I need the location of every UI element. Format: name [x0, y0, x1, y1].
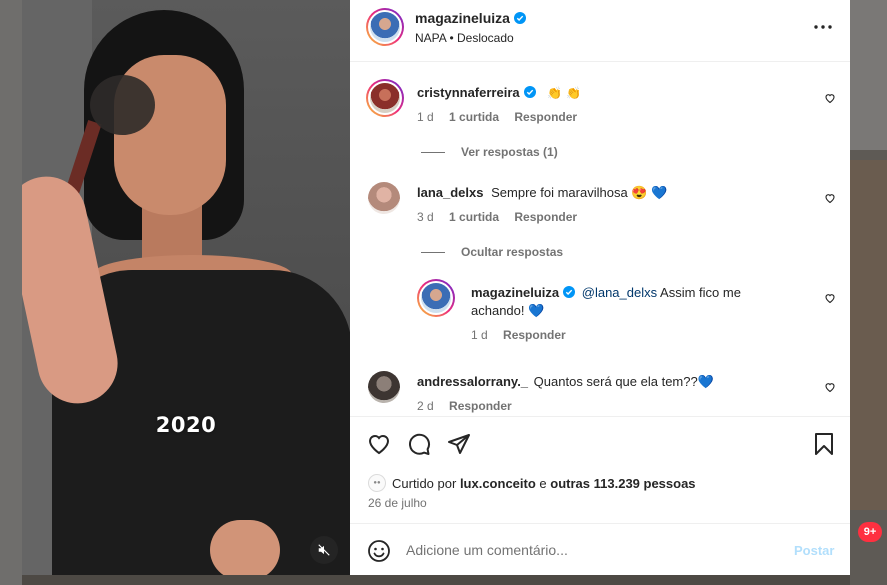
liker-avatar[interactable]: ●● — [368, 474, 386, 492]
comment-body: cristynnaferreira 👏 👏 — [417, 84, 581, 102]
verified-badge-icon — [513, 12, 526, 24]
comment-avatar[interactable] — [368, 182, 400, 214]
comment-body: lana_delxs Sempre foi maravilhosa 😍 💙 — [417, 184, 667, 202]
comment-meta: 2 d Responder — [417, 399, 512, 413]
post-comment-button[interactable]: Postar — [794, 543, 834, 558]
comment-meta: 1 d 1 curtida Responder — [417, 110, 577, 124]
reply-mention-link[interactable]: @lana_delxs — [582, 285, 657, 300]
liker-username[interactable]: lux.conceito — [460, 476, 536, 491]
verified-badge-icon — [523, 86, 536, 98]
reply-body: magazineluiza @lana_delxs Assim fico me … — [471, 284, 771, 320]
author-avatar[interactable] — [366, 8, 404, 46]
post-date[interactable]: 26 de julho — [368, 496, 427, 510]
emoji-smiley-icon[interactable] — [367, 539, 391, 563]
post-location[interactable]: NAPA • Deslocado — [415, 31, 514, 45]
likes-connector: e — [539, 475, 547, 491]
likes-others-link[interactable]: outras 113.239 pessoas — [550, 476, 695, 491]
view-replies-toggle[interactable]: Ver respostas (1) — [421, 145, 558, 159]
comment-likes-count[interactable]: 1 curtida — [449, 210, 499, 224]
backdrop-left — [0, 0, 22, 585]
comment-likes-count[interactable]: 1 curtida — [449, 110, 499, 124]
comment-like-heart-icon[interactable] — [824, 92, 836, 104]
author-name-row: magazineluiza — [415, 10, 526, 26]
post-detail-panel: magazineluiza NAPA • Deslocado cristynna… — [350, 0, 850, 575]
reply-button[interactable]: Responder — [449, 399, 512, 413]
makeup-brush — [90, 75, 155, 135]
post-video[interactable]: 2020 — [22, 0, 350, 575]
comment-text: Sempre foi maravilhosa 😍 💙 — [491, 185, 668, 200]
more-options-button[interactable] — [812, 17, 834, 37]
reply-meta: 1 d Responder — [471, 328, 566, 342]
reply-age[interactable]: 1 d — [471, 328, 488, 342]
hide-replies-toggle[interactable]: Ocultar respostas — [421, 245, 563, 259]
reply-username[interactable]: magazineluiza — [471, 285, 559, 300]
comment-age[interactable]: 2 d — [417, 399, 434, 413]
reply-button[interactable]: Responder — [514, 210, 577, 224]
divider-line — [421, 252, 445, 254]
comment-bubble-icon[interactable] — [407, 432, 431, 456]
divider-line — [421, 152, 445, 154]
share-paper-plane-icon[interactable] — [447, 432, 471, 456]
view-replies-label: Ver respostas (1) — [461, 145, 558, 159]
save-bookmark-icon[interactable] — [812, 432, 836, 456]
comment-avatar[interactable] — [368, 371, 400, 403]
comments-list[interactable]: cristynnaferreira 👏 👏 1 d 1 curtida Resp… — [350, 62, 850, 417]
comment-username[interactable]: andressalorrany._ — [417, 374, 528, 389]
comment-like-heart-icon[interactable] — [824, 381, 836, 393]
reply-button[interactable]: Responder — [514, 110, 577, 124]
reply-avatar[interactable] — [417, 279, 455, 317]
like-heart-icon[interactable] — [367, 432, 391, 456]
muted-speaker-icon — [318, 544, 330, 556]
reply-like-heart-icon[interactable] — [824, 292, 836, 304]
comment-avatar[interactable] — [366, 79, 404, 117]
comment-input[interactable] — [406, 540, 776, 560]
likes-summary: ●● Curtido por lux.conceito e outras 113… — [368, 474, 696, 492]
comment-text: Quantos será que ela tem??💙 — [533, 374, 714, 389]
notification-badge: 9+ — [858, 522, 882, 542]
post-header: magazineluiza NAPA • Deslocado — [350, 0, 850, 62]
author-username[interactable]: magazineluiza — [415, 10, 510, 26]
verified-badge-icon — [563, 286, 576, 298]
post-actions-bar — [350, 418, 850, 470]
backdrop-right-photo — [850, 160, 887, 510]
backdrop-bottom — [22, 575, 850, 585]
likes-prefix: Curtido por — [392, 475, 457, 491]
hide-replies-label: Ocultar respostas — [461, 245, 564, 259]
add-comment-bar: Postar — [350, 523, 850, 575]
comment-age[interactable]: 1 d — [417, 110, 434, 124]
more-dots-icon — [814, 25, 832, 29]
video-figure-hand-bottom — [210, 520, 280, 575]
mute-button[interactable] — [310, 536, 338, 564]
comment-text: 👏 👏 — [547, 86, 581, 100]
reply-button[interactable]: Responder — [503, 328, 566, 342]
video-overlay-text: 2020 — [155, 413, 217, 437]
comment-body: andressalorrany._ Quantos será que ela t… — [417, 373, 714, 391]
comment-meta: 3 d 1 curtida Responder — [417, 210, 577, 224]
comment-like-heart-icon[interactable] — [824, 192, 836, 204]
comment-age[interactable]: 3 d — [417, 210, 434, 224]
backdrop-right-top — [850, 0, 887, 150]
comment-username[interactable]: lana_delxs — [417, 185, 484, 200]
comment-username[interactable]: cristynnaferreira — [417, 85, 520, 100]
